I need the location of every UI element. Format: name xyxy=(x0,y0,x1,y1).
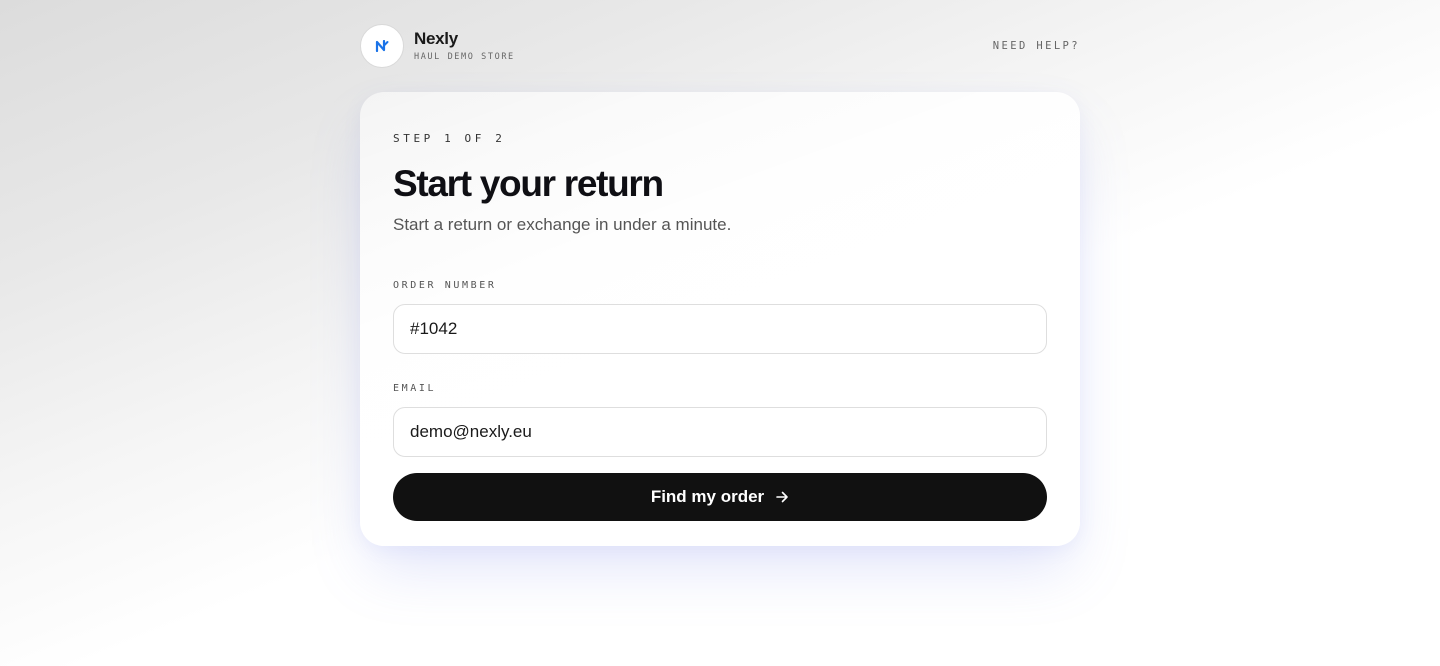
site-header: Nexly HAUL DEMO STORE NEED HELP? xyxy=(360,24,1080,68)
brand[interactable]: Nexly HAUL DEMO STORE xyxy=(360,24,515,68)
page-subtitle: Start a return or exchange in under a mi… xyxy=(393,215,732,234)
find-my-order-button[interactable]: Find my order xyxy=(393,473,1047,521)
return-card: STEP 1 OF 2 Start your return Start a re… xyxy=(360,92,1080,546)
page-title: Start your return xyxy=(393,163,664,204)
find-my-order-label: Find my order xyxy=(650,487,765,506)
email-input[interactable]: demo@nexly.eu xyxy=(393,407,1047,457)
brand-text: Nexly HAUL DEMO STORE xyxy=(414,29,515,63)
brand-subtitle: HAUL DEMO STORE xyxy=(414,52,515,62)
email-value: demo@nexly.eu xyxy=(410,422,532,441)
need-help-link[interactable]: NEED HELP? xyxy=(993,40,1080,52)
brand-name: Nexly xyxy=(414,29,458,48)
order-number-value: #1042 xyxy=(410,319,458,338)
order-number-input[interactable]: #1042 xyxy=(393,304,1047,354)
step-indicator: STEP 1 OF 2 xyxy=(393,132,506,145)
email-label: EMAIL xyxy=(393,383,437,394)
logo-icon xyxy=(360,24,404,68)
arrow-right-icon xyxy=(776,491,789,503)
order-number-label: ORDER NUMBER xyxy=(393,280,497,291)
